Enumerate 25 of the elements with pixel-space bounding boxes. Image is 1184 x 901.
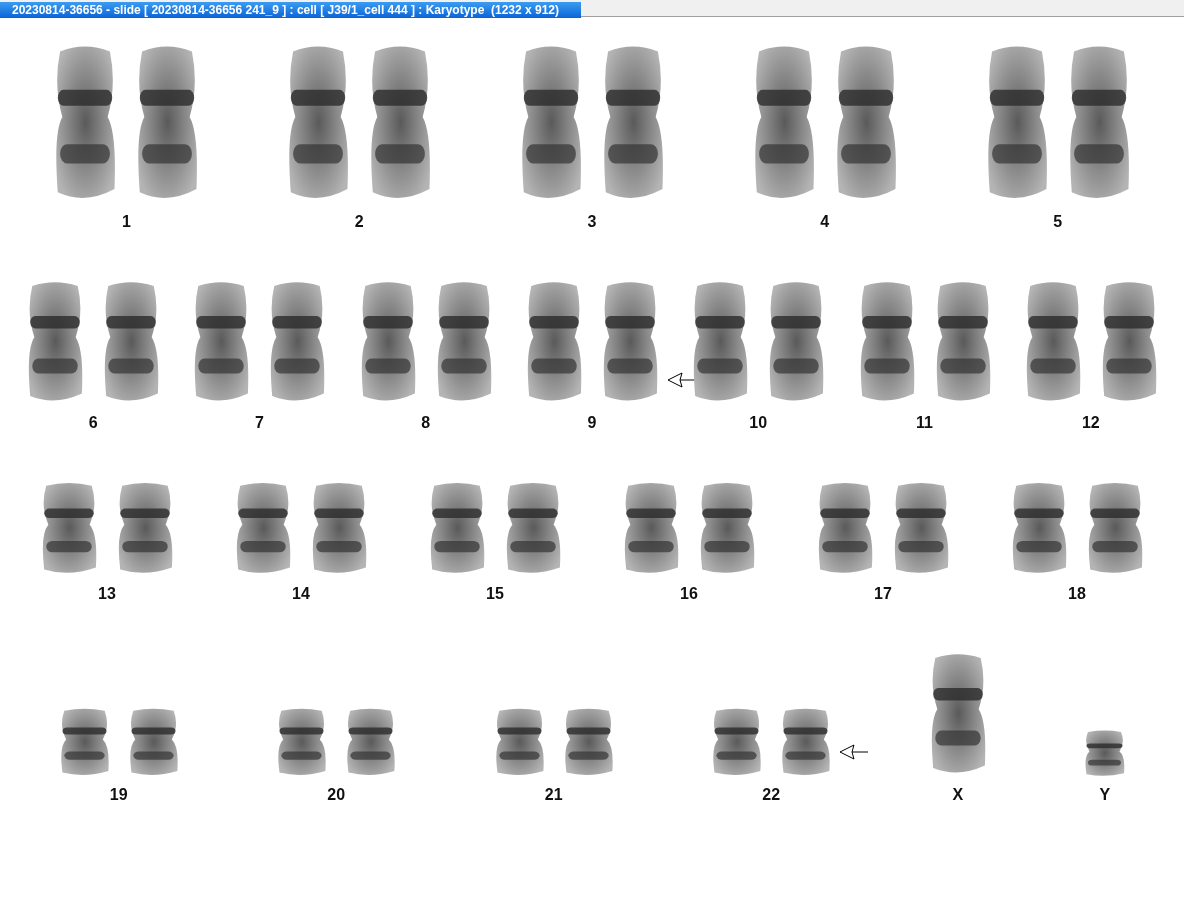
chromosome-number: 9 [587, 414, 597, 432]
chromosome-number: 6 [88, 414, 98, 432]
chromosome-number: 3 [587, 213, 597, 231]
chromosome-number: 14 [292, 585, 310, 603]
chromosome-number: Y [1099, 786, 1111, 804]
chromosome-number: 21 [544, 786, 563, 804]
chromosome-number: 22 [762, 786, 781, 804]
chromosome-number: 8 [421, 414, 431, 432]
chromosome-number: 17 [874, 585, 892, 603]
chromosome-number: 7 [254, 414, 264, 432]
chromosome-number: 4 [820, 213, 830, 231]
chromosome-number: 19 [109, 786, 128, 804]
chromosome-number: 13 [98, 585, 116, 603]
chromosome-number: 1 [121, 213, 131, 231]
chromosome-number: 10 [749, 414, 768, 432]
window-title: 20230814-36656 - slide [ 20230814-36656 241_9 ] : cell [ J39/1_cell 444 ] : Karyotype (1232 x 912) [0, 2, 582, 18]
chromosome-number: 11 [916, 414, 933, 432]
chromosome-number: X [952, 786, 964, 804]
chromosome-number: 12 [1081, 414, 1100, 432]
chromosome-number: 16 [680, 585, 698, 603]
chromosome-number: 2 [354, 213, 364, 231]
chromosome-number: 15 [486, 585, 504, 603]
chromosome-number: 5 [1053, 213, 1063, 231]
chromosome-number: 18 [1068, 585, 1086, 603]
chromosome-number: 20 [327, 786, 346, 804]
